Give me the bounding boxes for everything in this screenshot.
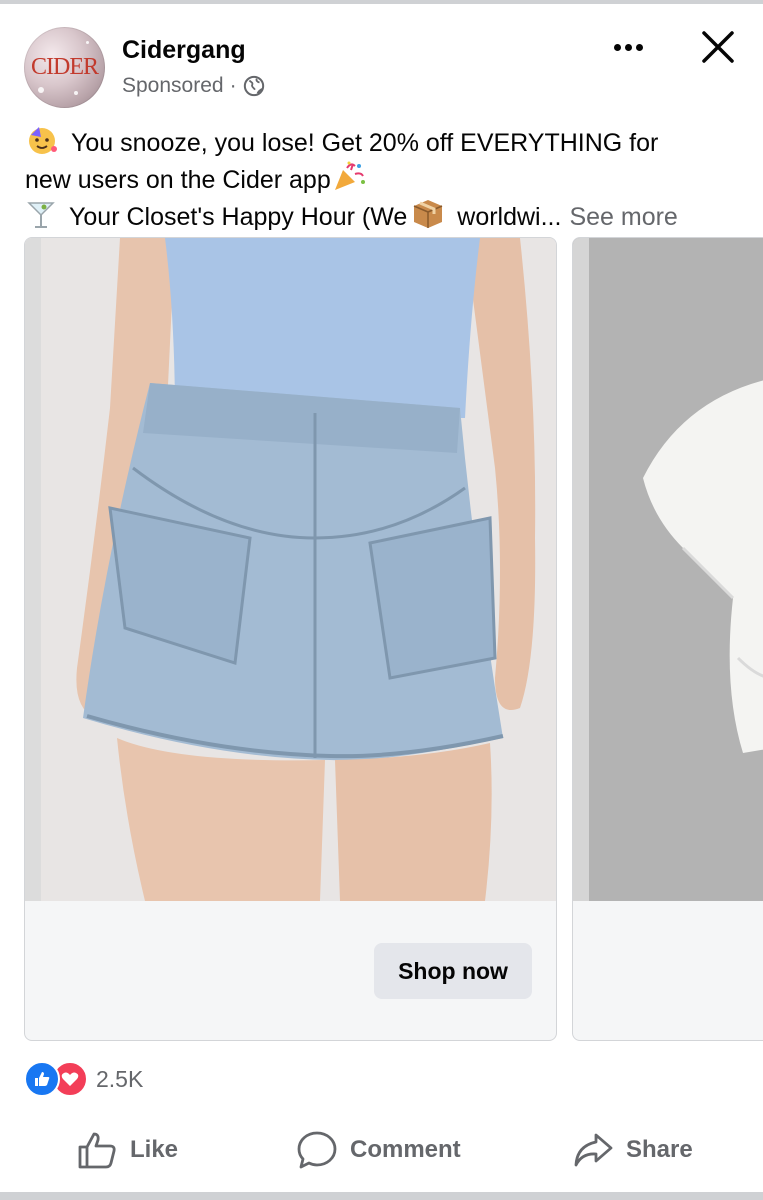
product-image[interactable]	[25, 238, 556, 901]
more-icon	[635, 43, 643, 51]
close-icon[interactable]	[697, 26, 739, 68]
post-text-line3b: worldwi...	[457, 203, 562, 231]
comment-icon	[297, 1131, 337, 1169]
package-icon	[413, 200, 443, 228]
white-top-illustration	[573, 238, 763, 901]
post-text-line: You snooze, you lose! Get 20% off EVERYT…	[25, 125, 745, 160]
like-button[interactable]: Like	[76, 1122, 178, 1178]
action-bar: Like Comment Share	[0, 1122, 763, 1178]
page-name-link[interactable]: Cidergang	[122, 36, 246, 65]
party-popper-icon	[334, 161, 365, 190]
reaction-count: 2.5K	[96, 1065, 144, 1092]
avatar-sparkle	[74, 91, 78, 95]
see-more-link[interactable]: See more	[569, 203, 677, 231]
avatar-logo-text: CIDER	[31, 54, 99, 80]
comment-label: Comment	[350, 1136, 461, 1163]
post-text: You snooze, you lose! Get 20% off EVERYT…	[25, 125, 745, 234]
denim-skirt-illustration	[25, 238, 556, 901]
share-button[interactable]: Share	[572, 1122, 693, 1178]
more-icon	[624, 43, 632, 51]
page-avatar[interactable]: CIDER	[24, 27, 105, 108]
reactions-summary[interactable]: 2.5K	[24, 1061, 143, 1097]
sponsored-row: Sponsored ·	[122, 74, 265, 98]
globe-icon	[243, 75, 264, 97]
post-text-line: new users on the Cider app	[25, 160, 745, 197]
cocktail-icon	[27, 202, 55, 228]
share-icon	[574, 1133, 613, 1167]
carousel-card[interactable]: Shop now	[24, 237, 557, 1041]
thumbs-up-icon	[78, 1132, 116, 1169]
thumbs-up-icon	[24, 1061, 60, 1097]
more-icon	[613, 43, 621, 51]
carousel-card[interactable]	[572, 237, 763, 1041]
bottom-divider	[0, 1192, 763, 1200]
avatar-sparkle	[38, 87, 44, 93]
post-text-line: Your Closet's Happy Hour (We worldwi... S…	[25, 197, 745, 234]
top-divider	[0, 0, 763, 4]
product-image[interactable]	[573, 238, 763, 901]
comment-button[interactable]: Comment	[296, 1122, 461, 1178]
shop-now-button[interactable]: Shop now	[374, 943, 532, 999]
party-face-icon	[29, 127, 57, 154]
like-label: Like	[130, 1136, 179, 1163]
sponsored-label: Sponsored	[122, 74, 224, 97]
post-text-line2: new users on the Cider app	[25, 166, 331, 194]
post-text-line3a: Your Closet's Happy Hour (We	[69, 203, 408, 231]
share-label: Share	[626, 1136, 693, 1163]
avatar-sparkle	[86, 41, 89, 44]
separator-dot: ·	[229, 74, 237, 97]
more-options-button[interactable]	[605, 28, 651, 66]
post-text-line1: You snooze, you lose! Get 20% off EVERYT…	[71, 129, 659, 157]
